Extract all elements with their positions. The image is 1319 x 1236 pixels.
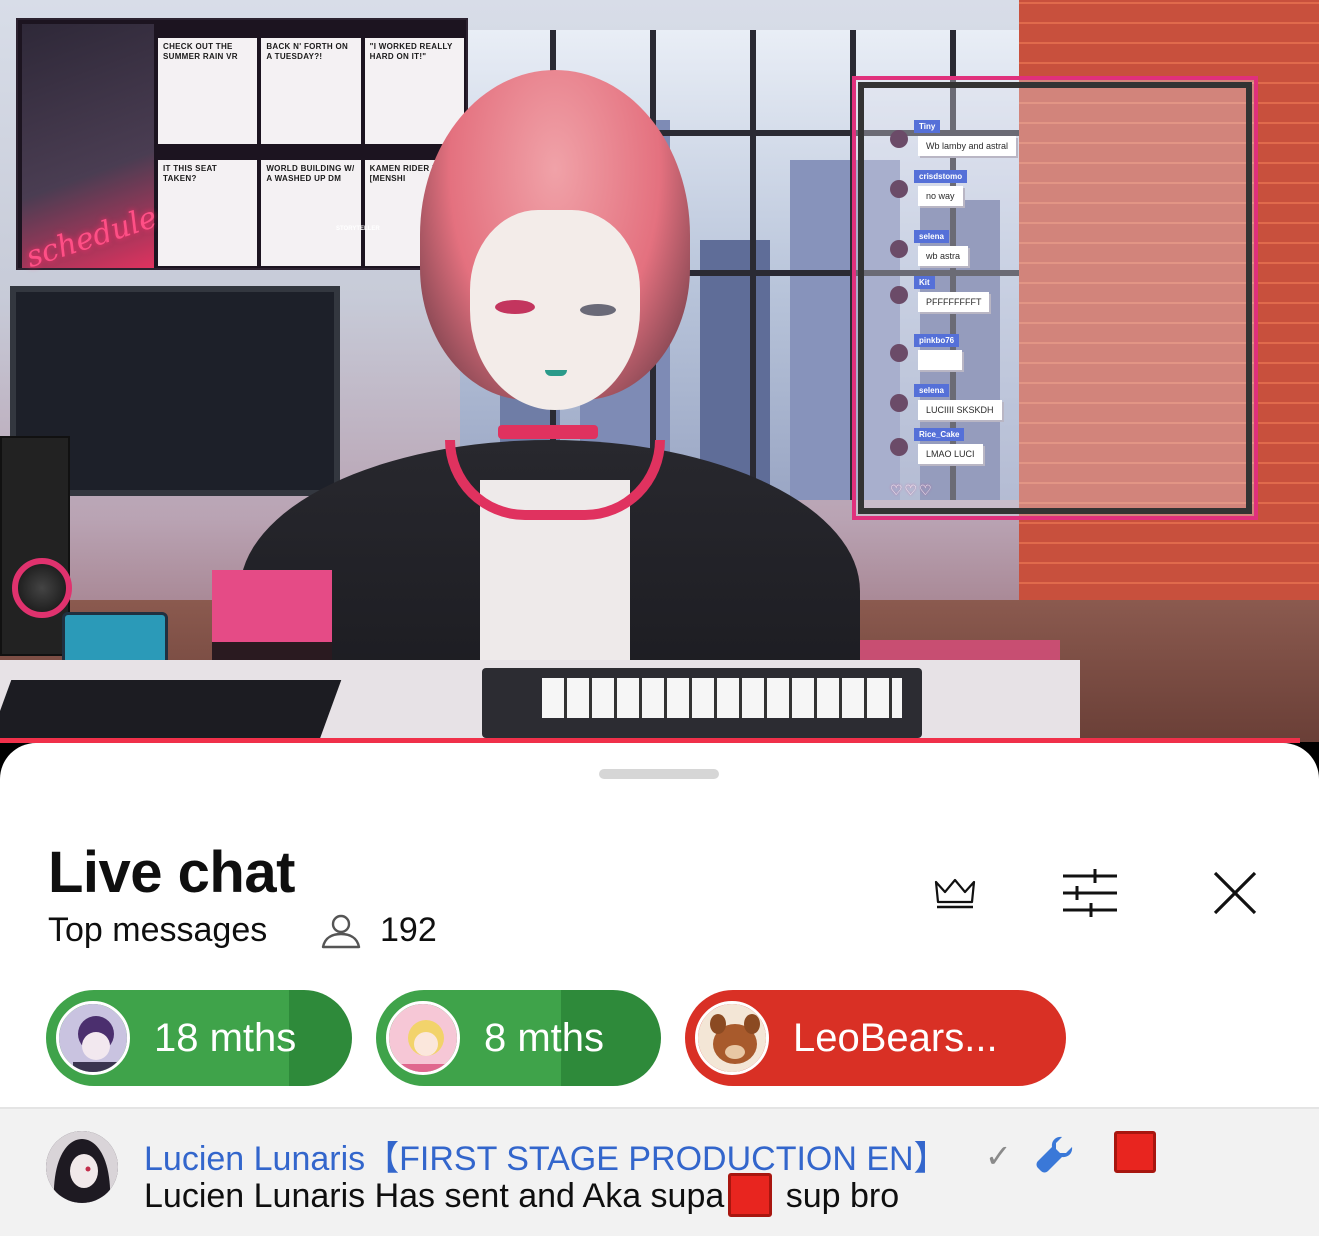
- verified-check-icon: ✓: [985, 1138, 1012, 1174]
- red-square-emoji: [1114, 1131, 1156, 1173]
- pinned-author-name[interactable]: Lucien Lunaris【FIRST STAGE PRODUCTION EN…: [144, 1131, 948, 1180]
- sheet-drag-handle[interactable]: [599, 769, 719, 779]
- pad-controller: [0, 680, 342, 742]
- pinned-message-text: Lucien Lunaris Has sent and Aka supa sup…: [144, 1173, 899, 1218]
- wrench-icon: [1036, 1136, 1073, 1173]
- ticker-chip-label: 8 mths: [484, 1015, 605, 1060]
- avatar[interactable]: [46, 1131, 118, 1203]
- live-chat-sheet: Live chat Top messages 192 18 mths 8 mth…: [0, 743, 1319, 1236]
- crown-icon: [934, 878, 976, 909]
- top-messages-dropdown[interactable]: Top messages: [48, 911, 267, 950]
- speaker: [0, 436, 72, 656]
- super-chat-ticker: 18 mths 8 mths LeoBears...: [46, 990, 1286, 1086]
- person-outline-icon: [321, 914, 361, 949]
- close-x-icon: [1213, 871, 1257, 915]
- ticker-chip-membership[interactable]: 8 mths: [376, 990, 661, 1086]
- ticker-chip-super-chat[interactable]: LeoBears...: [685, 990, 1066, 1086]
- overlay-hearts: ♡♡♡: [890, 482, 934, 498]
- avatar: [695, 1001, 769, 1075]
- sliders-icon: [1063, 869, 1117, 917]
- stream-chat-overlay: Tiny Wb lamby and astral crisdstomo no w…: [852, 76, 1258, 520]
- viewer-count: 192: [380, 911, 437, 949]
- pinned-message[interactable]: Lucien Lunaris【FIRST STAGE PRODUCTION EN…: [0, 1109, 1319, 1236]
- close-button[interactable]: [1203, 861, 1267, 925]
- vtuber-avatar: [240, 60, 860, 742]
- stream-video[interactable]: schedule CHECK OUT THE SUMMER RAIN VR BA…: [0, 0, 1319, 742]
- avatar: [56, 1001, 130, 1075]
- ticker-chip-membership[interactable]: 18 mths: [46, 990, 352, 1086]
- filter-settings-button[interactable]: [1058, 861, 1122, 925]
- midi-keyboard: [482, 668, 922, 738]
- ticker-chip-label: 18 mths: [154, 1015, 297, 1060]
- ticker-chip-label: LeoBears...: [793, 1015, 998, 1060]
- red-square-emoji: [728, 1173, 773, 1218]
- crown-button[interactable]: [923, 861, 987, 925]
- live-chat-title: Live chat: [48, 840, 295, 905]
- avatar: [386, 1001, 460, 1075]
